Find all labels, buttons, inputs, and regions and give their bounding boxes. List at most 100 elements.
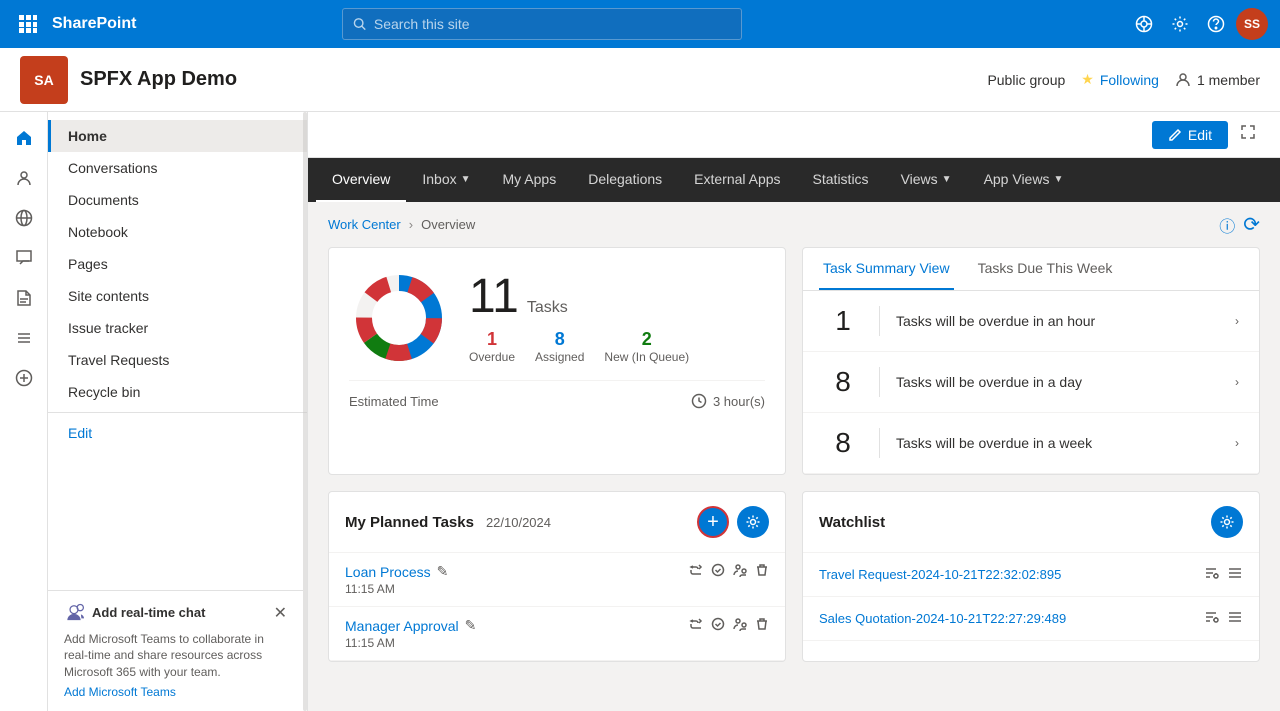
- tab-externalapps[interactable]: External Apps: [678, 158, 796, 202]
- expand-button[interactable]: [1236, 120, 1260, 149]
- add-nav-icon[interactable]: [6, 360, 42, 396]
- search-box[interactable]: [342, 8, 742, 40]
- sidebar-item-conversations[interactable]: Conversations: [48, 152, 307, 184]
- tab-inbox[interactable]: Inbox ▼: [406, 158, 486, 202]
- site-logo: SA: [20, 56, 68, 104]
- manager-approval-delegate-icon[interactable]: [733, 617, 747, 634]
- task-row-count-1: 1: [823, 305, 863, 337]
- loan-process-link[interactable]: Loan Process: [345, 564, 431, 580]
- planned-tasks-settings-button[interactable]: [737, 506, 769, 538]
- travel-request-link[interactable]: Travel Request-2024-10-21T22:32:02:895: [819, 567, 1061, 582]
- sidebar-item-issue-tracker[interactable]: Issue tracker: [48, 312, 307, 344]
- people-nav-icon[interactable]: [6, 160, 42, 196]
- loan-process-delete-icon[interactable]: [755, 563, 769, 580]
- manager-approval-check-icon[interactable]: [711, 617, 725, 634]
- refresh-icon[interactable]: ⟳: [1243, 212, 1260, 237]
- globe-nav-icon[interactable]: [6, 200, 42, 236]
- travel-request-settings-icon[interactable]: [1203, 565, 1219, 584]
- tab-tasks-due-this-week[interactable]: Tasks Due This Week: [974, 248, 1117, 290]
- search-input[interactable]: [374, 16, 731, 32]
- waffle-menu-button[interactable]: [12, 8, 44, 40]
- sidebar-item-documents[interactable]: Documents: [48, 184, 307, 216]
- content-toolbar: Edit: [308, 112, 1280, 158]
- person-icon: [1175, 72, 1191, 88]
- sidebar-item-travel-requests[interactable]: Travel Requests: [48, 344, 307, 376]
- planned-tasks-actions: +: [697, 506, 769, 538]
- manager-approval-link[interactable]: Manager Approval: [345, 618, 459, 634]
- doc-nav-icon[interactable]: [6, 280, 42, 316]
- planned-tasks-title-row: My Planned Tasks 22/10/2024: [345, 514, 551, 531]
- add-microsoft-teams-link[interactable]: Add Microsoft Teams: [64, 685, 287, 699]
- new-stat: 2 New (In Queue): [604, 329, 689, 364]
- main-layout: Home Conversations Documents Notebook Pa…: [0, 112, 1280, 711]
- tab-overview[interactable]: Overview: [316, 158, 406, 202]
- task-list-item-manager-approval: Manager Approval ✎: [329, 607, 785, 661]
- list-nav-icon[interactable]: [6, 320, 42, 356]
- sales-quotation-link[interactable]: Sales Quotation-2024-10-21T22:27:29:489: [819, 611, 1066, 626]
- sidebar-item-home[interactable]: Home: [48, 120, 307, 152]
- home-nav-icon[interactable]: [6, 120, 42, 156]
- task-row-overdue-day[interactable]: 8 Tasks will be overdue in a day ›: [803, 352, 1259, 413]
- estimated-time-value: 3 hour(s): [691, 393, 765, 409]
- sidebar-scrollbar[interactable]: [303, 112, 307, 711]
- loan-process-time: 11:15 AM: [345, 582, 769, 596]
- manager-approval-share-icon[interactable]: [689, 617, 703, 634]
- task-total-label: Tasks: [527, 299, 568, 317]
- breadcrumb-workcenter[interactable]: Work Center: [328, 217, 401, 232]
- manager-approval-delete-icon[interactable]: [755, 617, 769, 634]
- task-row-text-2: Tasks will be overdue in a day: [896, 374, 1219, 390]
- sidebar-item-site-contents[interactable]: Site contents: [48, 280, 307, 312]
- chat-nav-icon[interactable]: [6, 240, 42, 276]
- watchlist-settings-button[interactable]: [1211, 506, 1243, 538]
- tab-myapps[interactable]: My Apps: [487, 158, 573, 202]
- travel-request-actions: [1203, 565, 1243, 584]
- sidebar-nav: Home Conversations Documents Notebook Pa…: [48, 112, 307, 457]
- add-task-button[interactable]: +: [697, 506, 729, 538]
- sidebar-item-notebook[interactable]: Notebook: [48, 216, 307, 248]
- gear-icon: [745, 514, 761, 530]
- sidebar-item-recycle-bin[interactable]: Recycle bin: [48, 376, 307, 408]
- following-button[interactable]: ★ Following: [1081, 71, 1159, 88]
- tab-task-summary-view[interactable]: Task Summary View: [819, 248, 954, 290]
- inbox-arrow-icon: ▼: [461, 174, 471, 185]
- add-chat-header: Add real-time chat ✕: [64, 603, 287, 623]
- views-arrow-icon: ▼: [942, 174, 952, 185]
- user-avatar[interactable]: SS: [1236, 8, 1268, 40]
- loan-process-share-icon[interactable]: [689, 563, 703, 580]
- breadcrumb-separator: ›: [409, 217, 413, 232]
- task-list-item-manager-header: Manager Approval ✎: [345, 617, 769, 634]
- sidebar-item-pages[interactable]: Pages: [48, 248, 307, 280]
- public-group-label: Public group: [987, 72, 1065, 88]
- expand-icon: [1240, 124, 1256, 140]
- dashboard: 11 Tasks 1 Overdue 8 Assigned: [308, 247, 1280, 682]
- loan-process-check-icon[interactable]: [711, 563, 725, 580]
- help-network-icon[interactable]: [1128, 8, 1160, 40]
- task-row-overdue-hour[interactable]: 1 Tasks will be overdue in an hour ›: [803, 291, 1259, 352]
- tab-views[interactable]: Views ▼: [885, 158, 968, 202]
- add-chat-title-text: Add real-time chat: [92, 605, 205, 620]
- loan-process-actions: [689, 563, 769, 580]
- task-rows: 1 Tasks will be overdue in an hour › 8 T…: [803, 291, 1259, 474]
- question-icon[interactable]: [1200, 8, 1232, 40]
- tab-statistics[interactable]: Statistics: [797, 158, 885, 202]
- loan-process-edit-icon[interactable]: ✎: [437, 563, 449, 580]
- sidebar-item-edit[interactable]: Edit: [48, 417, 307, 449]
- info-icon[interactable]: ⓘ: [1219, 213, 1235, 237]
- sales-quotation-settings-icon[interactable]: [1203, 609, 1219, 628]
- manager-approval-edit-icon[interactable]: ✎: [465, 617, 477, 634]
- edit-button[interactable]: Edit: [1152, 121, 1228, 149]
- task-row-divider-3: [879, 428, 880, 458]
- task-view-card: Task Summary View Tasks Due This Week 1 …: [802, 247, 1260, 475]
- tab-appviews[interactable]: App Views ▼: [968, 158, 1080, 202]
- tab-delegations[interactable]: Delegations: [572, 158, 678, 202]
- settings-icon[interactable]: [1164, 8, 1196, 40]
- task-row-text-1: Tasks will be overdue in an hour: [896, 313, 1219, 329]
- close-chat-panel-button[interactable]: ✕: [274, 603, 287, 623]
- travel-request-menu-icon[interactable]: [1227, 565, 1243, 584]
- loan-process-delegate-icon[interactable]: [733, 563, 747, 580]
- clock-icon: [691, 393, 707, 409]
- task-row-count-3: 8: [823, 427, 863, 459]
- task-row-overdue-week[interactable]: 8 Tasks will be overdue in a week ›: [803, 413, 1259, 474]
- breadcrumb-info: ⓘ ⟳: [1219, 212, 1260, 237]
- sales-quotation-menu-icon[interactable]: [1227, 609, 1243, 628]
